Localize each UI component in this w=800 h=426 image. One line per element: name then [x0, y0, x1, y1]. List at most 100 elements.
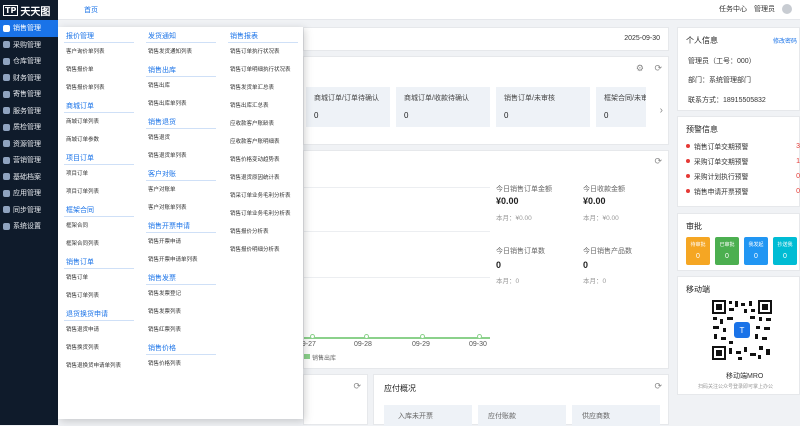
- warning-dot: [686, 144, 690, 148]
- refresh-icon[interactable]: ⟳: [353, 381, 361, 392]
- menu-item[interactable]: 销采订单业务毛利分析表: [228, 187, 298, 205]
- stat-box[interactable]: 框架合同/未审核 0: [596, 87, 646, 127]
- refresh-icon[interactable]: ⟳: [654, 381, 662, 392]
- sidebar-item-label: 资源管理: [13, 140, 41, 148]
- menu-item[interactable]: 销售报价单: [64, 61, 134, 79]
- tab-home[interactable]: 首页: [84, 5, 98, 15]
- legend-label: 销售出库: [312, 356, 337, 362]
- sidebar-item[interactable]: 资源管理: [0, 136, 58, 153]
- payable-box[interactable]: 入库未开票: [384, 405, 472, 426]
- menu-item[interactable]: 销售退货: [146, 129, 216, 147]
- sidebar-item[interactable]: 应用管理: [0, 185, 58, 202]
- sidebar-item[interactable]: 同步管理: [0, 202, 58, 219]
- menu-item[interactable]: 销售出库: [146, 77, 216, 95]
- kpi-value: 0: [496, 260, 502, 270]
- menu-item[interactable]: 客户询价单列表: [64, 43, 134, 61]
- menu-item[interactable]: 销售报价单列表: [64, 79, 134, 97]
- sidebar-item[interactable]: 财务管理: [0, 70, 58, 87]
- warning-label: 采购订单交期预警: [694, 159, 749, 166]
- grid-line: [304, 231, 490, 232]
- warning-item[interactable]: 采购计划执行预警 0: [686, 171, 800, 181]
- warning-count: 1: [796, 157, 800, 165]
- menu-item[interactable]: 应收款客户账明细表: [228, 133, 298, 151]
- grid-line: [304, 277, 490, 278]
- menu-item[interactable]: 销售价格列表: [146, 355, 216, 373]
- menu-item[interactable]: 销售退货单列表: [146, 147, 216, 165]
- menu-item[interactable]: 销售出库单列表: [146, 95, 216, 113]
- menu-item[interactable]: 销售出库汇总表: [228, 97, 298, 115]
- approval-label: 抄送我: [777, 242, 793, 248]
- stat-box[interactable]: 商城订单/收款待确认 0: [396, 87, 490, 127]
- menu-item[interactable]: 项目订单: [64, 165, 134, 183]
- menu-item[interactable]: 客户对账单: [146, 181, 216, 199]
- menu-item[interactable]: 销售开票申请: [146, 233, 216, 251]
- menu-item[interactable]: 销售报价分析表: [228, 223, 298, 241]
- menu-item[interactable]: 销售开票申请单列表: [146, 251, 216, 269]
- kpi-label: 今日销售订单金额: [496, 186, 552, 193]
- menu-item[interactable]: 销售订单列表: [64, 287, 134, 305]
- sidebar-item[interactable]: 基础档案: [0, 169, 58, 186]
- menu-item[interactable]: 销售价格变动趋势表: [228, 151, 298, 169]
- warning-title: 预警信息: [686, 125, 718, 134]
- refresh-icon[interactable]: ⟳: [654, 156, 662, 167]
- avatar[interactable]: [782, 4, 792, 14]
- bottom-left-card: ⟳: [303, 374, 368, 425]
- menu-item[interactable]: 销售发票登记: [146, 285, 216, 303]
- payable-box[interactable]: 供应商数: [572, 405, 660, 426]
- sidebar-item[interactable]: 服务管理: [0, 103, 58, 120]
- refresh-icon[interactable]: ⟳: [654, 63, 662, 74]
- menu-icon: [3, 107, 10, 115]
- sidebar-item[interactable]: 质检管理: [0, 119, 58, 136]
- stat-label: 销售订单/未审核: [504, 95, 555, 102]
- menu-item[interactable]: 项目订单列表: [64, 183, 134, 201]
- menu-item[interactable]: 应收款客户账龄表: [228, 115, 298, 133]
- menu-item[interactable]: 销售发货通知列表: [146, 43, 216, 61]
- menu-item[interactable]: 商城订单列表: [64, 113, 134, 131]
- menu-item[interactable]: 销售发票列表: [146, 303, 216, 321]
- sidebar: TP 天天图 销售管理 采购管理 仓库管理 财务管理 寄售管理 服务管理 质检管理 资源管理营…: [0, 0, 58, 425]
- stat-box[interactable]: 商城订单/订单待确认 0: [306, 87, 390, 127]
- menu-item[interactable]: 销售订单执行状况表: [228, 43, 298, 61]
- menu-group-title: 客户对账: [146, 168, 216, 181]
- kpi-sub: 本月：¥0.00: [583, 215, 619, 222]
- warning-item[interactable]: 采购订单交期预警 1: [686, 156, 800, 166]
- warning-dot: [686, 189, 690, 193]
- approval-cc[interactable]: 抄送我 0: [773, 237, 797, 265]
- warning-item[interactable]: 销售申请开票预警 0: [686, 186, 800, 196]
- menu-item[interactable]: 销售换货列表: [64, 339, 134, 357]
- menu-icon: [3, 57, 10, 65]
- menu-item[interactable]: 销售退货原因统计表: [228, 169, 298, 187]
- sidebar-item[interactable]: 销售管理: [0, 20, 58, 37]
- approval-pending[interactable]: 待审批 0: [686, 237, 710, 265]
- menu-group-title: 退货换货申请: [64, 308, 134, 321]
- menu-item[interactable]: 销售发货单汇总表: [228, 79, 298, 97]
- sidebar-item[interactable]: 采购管理: [0, 37, 58, 54]
- change-password-link[interactable]: 修改密码: [773, 36, 797, 45]
- sidebar-item[interactable]: 系统设置: [0, 218, 58, 235]
- stat-box[interactable]: 销售订单/未审核 0: [496, 87, 590, 127]
- menu-item[interactable]: 框架合同: [64, 217, 134, 235]
- menu-item[interactable]: 销售订单明细执行状况表: [228, 61, 298, 79]
- chevron-right-icon[interactable]: ›: [660, 105, 663, 116]
- payable-box[interactable]: 应付账款: [478, 405, 566, 426]
- task-center-link[interactable]: 任务中心: [719, 4, 747, 14]
- sidebar-item[interactable]: 营销管理: [0, 152, 58, 169]
- approval-initiated[interactable]: 我发起 0: [744, 237, 768, 265]
- menu-item[interactable]: 销售订单业务毛利分析表: [228, 205, 298, 223]
- menu-group-title: 销售报表: [228, 30, 298, 43]
- sidebar-item[interactable]: 寄售管理: [0, 86, 58, 103]
- user-name[interactable]: 管理员: [754, 4, 775, 14]
- sidebar-item-label: 寄售管理: [13, 91, 41, 99]
- menu-item[interactable]: 销售退换货申请单列表: [64, 357, 134, 375]
- warning-item[interactable]: 销售订单交期预警 3: [686, 141, 800, 151]
- menu-item[interactable]: 客户对账单列表: [146, 199, 216, 217]
- menu-item[interactable]: 销售订单: [64, 269, 134, 287]
- menu-item[interactable]: 销售红票列表: [146, 321, 216, 339]
- approval-approved[interactable]: 已审批 0: [715, 237, 739, 265]
- menu-item[interactable]: 销售报价明细分析表: [228, 241, 298, 259]
- sidebar-item[interactable]: 仓库管理: [0, 53, 58, 70]
- settings-icon[interactable]: ⚙: [636, 63, 644, 74]
- menu-item[interactable]: 框架合同列表: [64, 235, 134, 253]
- menu-item[interactable]: 销售退货申请: [64, 321, 134, 339]
- menu-item[interactable]: 商城订单参数: [64, 131, 134, 149]
